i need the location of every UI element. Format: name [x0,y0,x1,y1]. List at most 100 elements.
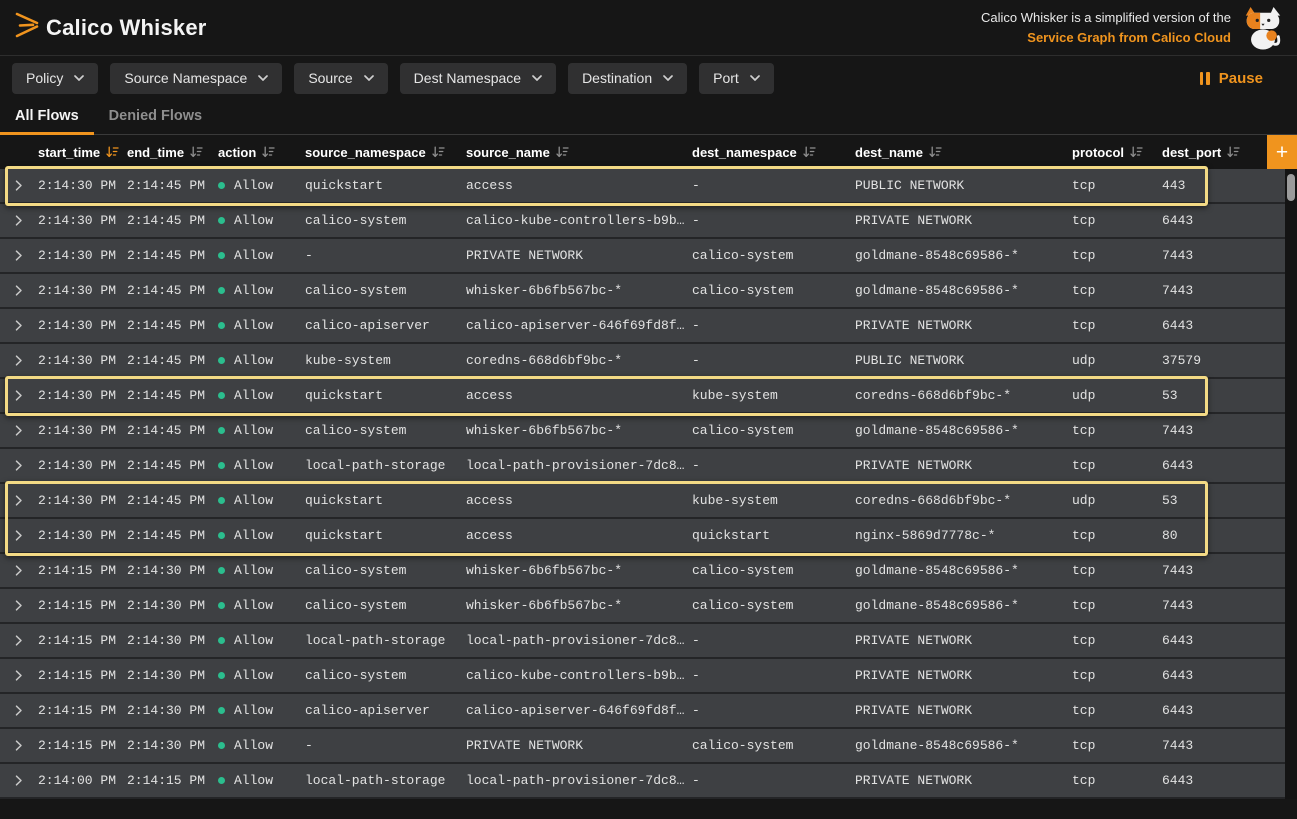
expand-chevron-icon[interactable] [0,775,38,786]
expand-chevron-icon[interactable] [0,530,38,541]
expand-chevron-icon[interactable] [0,740,38,751]
column-header-end-time[interactable]: end_time [127,145,218,160]
vertical-scrollbar[interactable] [1285,169,1297,799]
allow-status-dot [218,182,225,189]
column-header-protocol[interactable]: protocol [1072,145,1162,160]
cell-source-name: local-path-provisioner-7dc8… [466,458,692,473]
expand-chevron-icon[interactable] [0,495,38,506]
cell-action: Allow [218,528,305,543]
column-header-start-time[interactable]: start_time [38,145,127,160]
add-column-button[interactable]: + [1267,135,1297,169]
cell-protocol: tcp [1072,458,1162,473]
filter-button-dest-namespace[interactable]: Dest Namespace [400,63,556,94]
table-row[interactable]: 2:14:30 PM2:14:45 PMAllowcalico-systemwh… [0,414,1285,449]
filter-label: Policy [26,70,63,86]
table-row[interactable]: 2:14:30 PM2:14:45 PMAllowcalico-apiserve… [0,309,1285,344]
expand-chevron-icon[interactable] [0,320,38,331]
column-label: source_namespace [305,145,426,160]
expand-chevron-icon[interactable] [0,215,38,226]
cell-protocol: tcp [1072,248,1162,263]
column-header-dest-namespace[interactable]: dest_namespace [692,145,855,160]
table-row[interactable]: 2:14:15 PM2:14:30 PMAllowcalico-apiserve… [0,694,1285,729]
cell-start-time: 2:14:15 PM [38,598,127,613]
table-row[interactable]: 2:14:30 PM2:14:45 PMAllowquickstartacces… [0,169,1285,204]
table-row[interactable]: 2:14:30 PM2:14:45 PMAllowcalico-systemca… [0,204,1285,239]
cell-protocol: tcp [1072,318,1162,333]
table-row[interactable]: 2:14:30 PM2:14:45 PMAllowkube-systemcore… [0,344,1285,379]
tagline: Calico Whisker is a simplified version o… [981,8,1231,47]
expand-chevron-icon[interactable] [0,635,38,646]
tab-denied-flows[interactable]: Denied Flows [94,100,217,135]
filter-button-source-namespace[interactable]: Source Namespace [110,63,282,94]
expand-chevron-icon[interactable] [0,705,38,716]
cell-dest-name: PRIVATE NETWORK [855,458,1072,473]
expand-chevron-icon[interactable] [0,600,38,611]
cell-dest-port: 7443 [1162,248,1285,263]
expand-chevron-icon[interactable] [0,565,38,576]
table-row[interactable]: 2:14:30 PM2:14:45 PMAllowlocal-path-stor… [0,449,1285,484]
cell-start-time: 2:14:30 PM [38,528,127,543]
column-header-source-name[interactable]: source_name [466,145,692,160]
cell-dest-name: coredns-668d6bf9bc-* [855,388,1072,403]
column-header-source-namespace[interactable]: source_namespace [305,145,466,160]
cell-dest-namespace: quickstart [692,528,855,543]
column-label: protocol [1072,145,1124,160]
tagline-text: Calico Whisker is a simplified version o… [981,8,1231,28]
cell-dest-name: goldmane-8548c69586-* [855,248,1072,263]
expand-chevron-icon[interactable] [0,390,38,401]
cell-dest-namespace: - [692,773,855,788]
table-row[interactable]: 2:14:30 PM2:14:45 PMAllowcalico-systemwh… [0,274,1285,309]
expand-chevron-icon[interactable] [0,460,38,471]
expand-chevron-icon[interactable] [0,670,38,681]
allow-status-dot [218,777,225,784]
table-row[interactable]: 2:14:15 PM2:14:30 PMAllowcalico-systemca… [0,659,1285,694]
column-header-dest-name[interactable]: dest_name [855,145,1072,160]
cell-start-time: 2:14:15 PM [38,633,127,648]
cell-source-name: whisker-6b6fb567bc-* [466,283,692,298]
pause-label: Pause [1219,70,1263,87]
expand-chevron-icon[interactable] [0,285,38,296]
filter-button-port[interactable]: Port [699,63,774,94]
filter-button-source[interactable]: Source [294,63,387,94]
column-label: source_name [466,145,550,160]
sort-icon [432,146,445,158]
cell-source-name: PRIVATE NETWORK [466,738,692,753]
cell-dest-name: goldmane-8548c69586-* [855,563,1072,578]
chevron-down-icon [258,75,268,81]
column-label: dest_port [1162,145,1221,160]
table-row[interactable]: 2:14:15 PM2:14:30 PMAllow-PRIVATE NETWOR… [0,729,1285,764]
cell-action: Allow [218,353,305,368]
cell-protocol: udp [1072,388,1162,403]
table-row[interactable]: 2:14:00 PM2:14:15 PMAllowlocal-path-stor… [0,764,1285,799]
cell-action: Allow [218,388,305,403]
scrollbar-thumb[interactable] [1287,174,1295,201]
expand-chevron-icon[interactable] [0,180,38,191]
cell-source-namespace: calico-system [305,423,466,438]
column-header-action[interactable]: action [218,145,305,160]
table-row[interactable]: 2:14:30 PM2:14:45 PMAllowquickstartacces… [0,379,1285,414]
expand-chevron-icon[interactable] [0,250,38,261]
cell-source-namespace: calico-system [305,598,466,613]
table-row[interactable]: 2:14:30 PM2:14:45 PMAllowquickstartacces… [0,519,1285,554]
sort-icon [929,146,942,158]
table-row[interactable]: 2:14:15 PM2:14:30 PMAllowcalico-systemwh… [0,554,1285,589]
service-graph-link[interactable]: Service Graph from Calico Cloud [981,28,1231,48]
table-row[interactable]: 2:14:15 PM2:14:30 PMAllowcalico-systemwh… [0,589,1285,624]
cell-protocol: tcp [1072,738,1162,753]
cell-end-time: 2:14:30 PM [127,668,218,683]
table-row[interactable]: 2:14:30 PM2:14:45 PMAllowquickstartacces… [0,484,1285,519]
filter-button-destination[interactable]: Destination [568,63,687,94]
cell-dest-port: 53 [1162,493,1285,508]
cell-start-time: 2:14:30 PM [38,213,127,228]
tab-all-flows[interactable]: All Flows [0,100,94,135]
cell-dest-namespace: - [692,178,855,193]
expand-chevron-icon[interactable] [0,355,38,366]
chevron-down-icon [532,75,542,81]
table-row[interactable]: 2:14:30 PM2:14:45 PMAllow-PRIVATE NETWOR… [0,239,1285,274]
expand-chevron-icon[interactable] [0,425,38,436]
pause-button[interactable]: Pause [1194,69,1269,88]
table-row[interactable]: 2:14:15 PM2:14:30 PMAllowlocal-path-stor… [0,624,1285,659]
cell-start-time: 2:14:30 PM [38,248,127,263]
cell-protocol: tcp [1072,423,1162,438]
filter-button-policy[interactable]: Policy [12,63,98,94]
